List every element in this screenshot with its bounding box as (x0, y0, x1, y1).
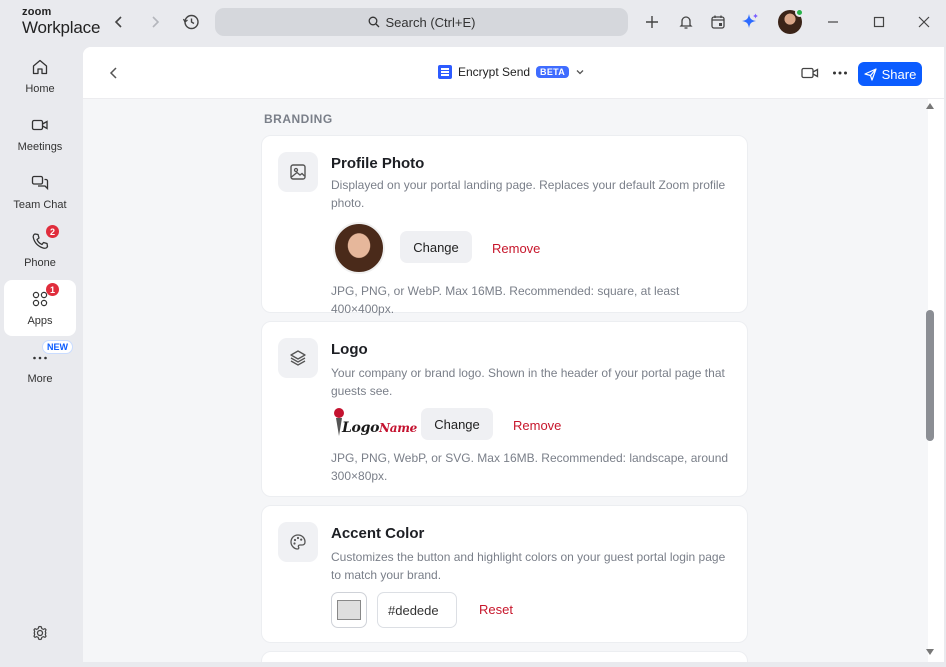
plus-icon[interactable] (640, 10, 664, 34)
close-icon[interactable] (912, 10, 936, 34)
accent-color-card: Accent Color Customizes the button and h… (261, 505, 748, 643)
sidebar-item-label: Apps (27, 315, 53, 327)
sidebar-item-label: Phone (24, 257, 56, 269)
home-icon (29, 56, 51, 78)
hex-color-input[interactable]: #dedede (377, 592, 457, 628)
send-icon (864, 67, 877, 81)
maximize-icon[interactable] (867, 10, 891, 34)
sidebar-item-label: Team Chat (13, 199, 67, 211)
chevron-down-icon (576, 70, 584, 75)
sidebar-item-meetings[interactable]: Meetings (4, 106, 76, 162)
scroll-down-arrow-icon[interactable] (926, 649, 934, 655)
photo-hint: JPG, PNG, or WebP. Max 16MB. Recommended… (331, 284, 680, 316)
card-description: Displayed on your portal landing page. R… (331, 178, 726, 210)
minimize-icon[interactable] (821, 10, 845, 34)
logo-preview: LogoName (332, 408, 417, 440)
phone-icon: 2 (29, 225, 59, 252)
zoom-workplace-logo: zoom Workplace (22, 6, 101, 37)
card-title: Logo (331, 341, 368, 358)
layers-icon (278, 338, 318, 378)
logo-mark (334, 408, 344, 418)
scrollbar-thumb[interactable] (926, 310, 934, 441)
search-placeholder: Search (Ctrl+E) (385, 14, 476, 30)
sidebar-item-apps[interactable]: 1 Apps (4, 280, 76, 336)
encrypt-send-logo-icon (438, 65, 452, 79)
sidebar-item-label: Home (25, 83, 55, 95)
logo-card: Logo Your company or brand logo. Shown i… (261, 321, 748, 497)
reset-color-button[interactable]: Reset (479, 602, 513, 617)
ai-companion-sparkle-icon[interactable] (738, 10, 762, 34)
settings-gear-icon[interactable] (29, 622, 51, 644)
logo-wordmark: LogoName (342, 420, 417, 436)
remove-logo-button[interactable]: Remove (513, 418, 561, 433)
card-description: Customizes the button and highlight colo… (331, 550, 726, 582)
card-description: Your company or brand logo. Shown in the… (331, 366, 725, 398)
sidebar-item-label: Meetings (17, 141, 63, 153)
card-title: Accent Color (331, 525, 425, 542)
sidebar: Home Meetings Team Chat 2 Phone 1 Apps M… (0, 44, 80, 667)
color-swatch-fill (337, 600, 361, 620)
color-swatch-picker[interactable] (331, 592, 367, 628)
section-heading: BRANDING (264, 112, 333, 126)
app-header: Encrypt Send BETA Share (83, 47, 944, 99)
history-icon[interactable] (179, 10, 203, 34)
online-status-dot (795, 8, 804, 17)
apps-badge: 1 (46, 283, 59, 296)
scroll-up-arrow-icon[interactable] (926, 103, 934, 109)
back-icon[interactable] (105, 64, 123, 82)
chat-icon (29, 172, 51, 194)
new-badge: NEW (42, 340, 73, 354)
more-options-icon[interactable] (830, 64, 850, 82)
title-bar: zoom Workplace Search (Ctrl+E) (0, 0, 946, 44)
app-switcher[interactable]: Encrypt Send BETA (438, 65, 585, 79)
sidebar-item-team-chat[interactable]: Team Chat (4, 164, 76, 220)
share-label: Share (881, 66, 917, 82)
sidebar-item-phone[interactable]: 2 Phone (4, 222, 76, 278)
remove-photo-button[interactable]: Remove (492, 241, 540, 256)
video-icon (29, 114, 51, 136)
user-avatar[interactable] (778, 8, 804, 34)
change-logo-button[interactable]: Change (421, 408, 493, 440)
main-panel: Encrypt Send BETA Share BRANDING Profile… (83, 47, 944, 662)
calendar-icon[interactable] (706, 10, 730, 34)
image-icon (278, 152, 318, 192)
brand-line2: Workplace (22, 18, 101, 37)
notification-bell-icon[interactable] (674, 10, 698, 34)
profile-photo-card: Profile Photo Displayed on your portal l… (261, 135, 748, 316)
apps-icon: 1 (29, 283, 59, 310)
sidebar-item-label: More (27, 373, 53, 385)
phone-badge: 2 (46, 225, 59, 238)
app-name: Encrypt Send (458, 65, 531, 79)
beta-badge: BETA (536, 66, 570, 78)
video-call-icon[interactable] (800, 64, 820, 82)
search-icon (368, 16, 379, 28)
share-button[interactable]: Share (858, 62, 922, 86)
settings-content: BRANDING Profile Photo Displayed on your… (83, 99, 928, 662)
profile-photo-preview (333, 222, 385, 274)
back-arrow-icon[interactable] (107, 10, 131, 34)
sidebar-item-home[interactable]: Home (4, 48, 76, 104)
brand-line1: zoom (22, 6, 52, 18)
palette-icon (278, 522, 318, 562)
logo-hint: JPG, PNG, WebP, or SVG. Max 16MB. Recomm… (331, 451, 729, 483)
change-photo-button[interactable]: Change (400, 231, 472, 263)
card-title: Profile Photo (331, 155, 425, 172)
search-bar[interactable]: Search (Ctrl+E) (215, 8, 628, 36)
next-card-partial (261, 651, 748, 662)
forward-arrow-icon[interactable] (143, 10, 167, 34)
